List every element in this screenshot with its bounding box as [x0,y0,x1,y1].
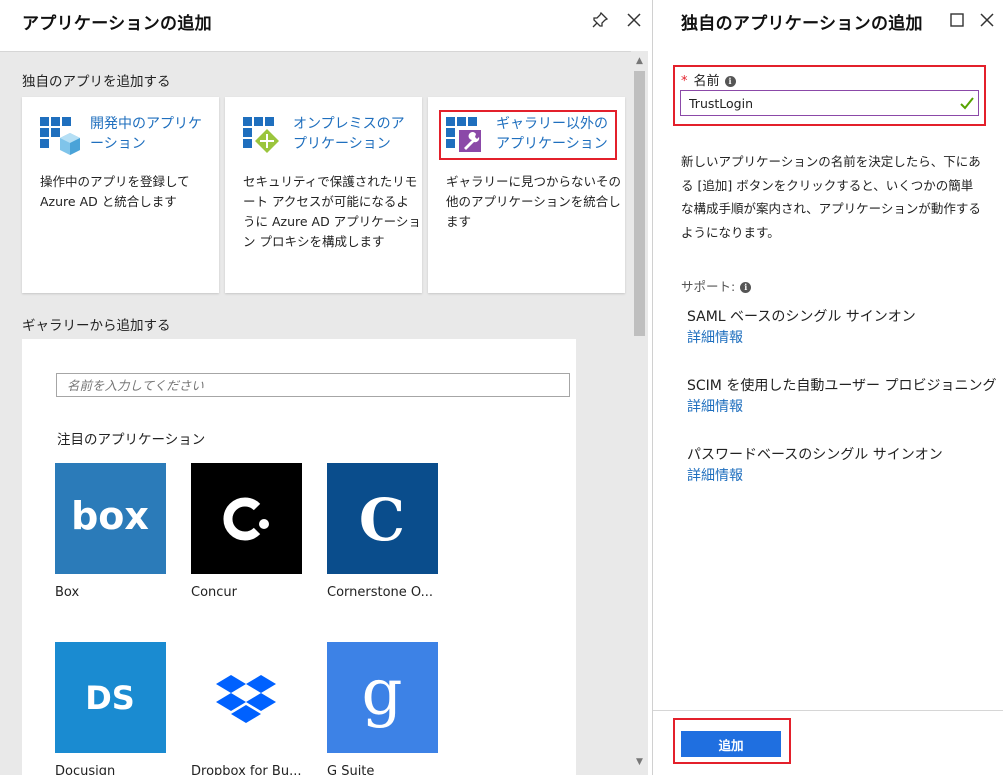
docusign-logo-text: DS [85,679,135,717]
learn-more-link[interactable]: 詳細情報 [687,396,743,416]
name-input[interactable] [680,90,979,116]
app-tile-cornerstone[interactable]: C [327,463,438,574]
scroll-down-arrow-icon[interactable]: ▼ [631,756,648,768]
app-tile-box[interactable]: box [55,463,166,574]
info-icon[interactable]: i [724,76,736,87]
gsuite-logo-icon: g [362,656,403,730]
checkmark-icon [960,97,974,110]
concur-logo-icon [223,497,269,541]
blade-title: 独自のアプリケーションの追加 [681,14,923,34]
box-logo-text: box [71,494,149,538]
blade-footer: 追加 [653,710,1003,776]
vertical-scrollbar[interactable]: ▲ ▼ [631,51,648,775]
app-name[interactable]: Box [55,585,166,600]
blade-header: アプリケーションの追加 [0,0,648,52]
card-on-premises-app[interactable]: オンプレミスのアプリケーション セキュリティで保護されたリモート アクセスが可能… [225,97,422,293]
pin-icon[interactable] [590,10,610,30]
docusign-logo-icon: DS [85,679,135,717]
gsuite-logo-text: g [362,656,403,730]
app-tile-concur[interactable] [191,463,302,574]
gallery-section-label: ギャラリーから追加する [22,318,171,334]
learn-more-link[interactable]: 詳細情報 [687,327,743,347]
blade-title: アプリケーションの追加 [22,14,212,34]
close-icon[interactable] [977,10,997,30]
app-name[interactable]: G Suite [327,764,438,775]
learn-more-link[interactable]: 詳細情報 [687,465,743,485]
custom-app-section-label: 独自のアプリを追加する [22,74,171,90]
app-grid-gateway-icon [243,117,279,153]
blade-header: 独自のアプリケーションの追加 [653,0,1003,51]
support-item: パスワードベースのシングル サインオン [687,447,943,463]
app-grid-cube-icon [40,117,80,155]
card-description: ギャラリーに見つからないその他のアプリケーションを統合します [446,174,622,229]
instructions-text: 新しいアプリケーションの名前を決定したら、下にある [追加] ボタンをクリックす… [681,154,981,240]
app-tile-docusign[interactable]: DS [55,642,166,753]
card-title[interactable]: オンプレミスのアプリケーション [293,114,415,154]
card-title[interactable]: 開発中のアプリケーション [90,114,212,154]
add-application-blade: アプリケーションの追加 独自のアプリを追加する 開発中のアプリケーション 操作中… [0,0,648,775]
name-field-label: * 名前 i [681,70,736,89]
info-icon[interactable]: i [740,282,752,293]
card-description: セキュリティで保護されたリモート アクセスが可能になるように Azure AD … [243,174,421,249]
support-item: SAML ベースのシングル サインオン [687,309,916,325]
highlight-box [439,110,617,160]
app-tile-dropbox[interactable] [191,642,302,753]
box-logo-icon: box [71,494,149,538]
scroll-thumb[interactable] [634,71,645,336]
required-asterisk: * [681,74,688,89]
dropbox-logo-icon [216,675,276,723]
cornerstone-logo-icon: C [359,486,405,554]
cornerstone-logo-text: C [359,486,405,554]
search-input[interactable] [56,373,570,397]
app-name[interactable]: Docusign [55,764,166,775]
app-name[interactable]: Concur [191,585,302,600]
featured-apps-label: 注目のアプリケーション [57,432,206,448]
gallery-panel: 注目のアプリケーション box Box Concur C Cornerstone… [22,339,576,775]
app-name[interactable]: Cornerstone O... [327,585,438,600]
highlight-box [673,718,791,764]
close-icon[interactable] [624,10,644,30]
card-app-in-development[interactable]: 開発中のアプリケーション 操作中のアプリを登録してAzure AD と統合します [22,97,219,293]
app-name[interactable]: Dropbox for Bu... [191,764,302,775]
maximize-icon[interactable] [947,10,967,30]
name-label-text: 名前 [693,74,720,89]
scroll-up-arrow-icon[interactable]: ▲ [631,55,648,67]
support-label: サポート: i [681,276,752,295]
card-description: 操作中のアプリを登録してAzure AD と統合します [40,174,190,209]
support-item: SCIM を使用した自動ユーザー プロビジョニング [687,378,997,394]
app-tile-gsuite[interactable]: g [327,642,438,753]
support-label-text: サポート: [681,279,736,294]
add-own-application-blade: 独自のアプリケーションの追加 * 名前 i 新しいアプリケーションの名前を決定したら… [652,0,1003,776]
